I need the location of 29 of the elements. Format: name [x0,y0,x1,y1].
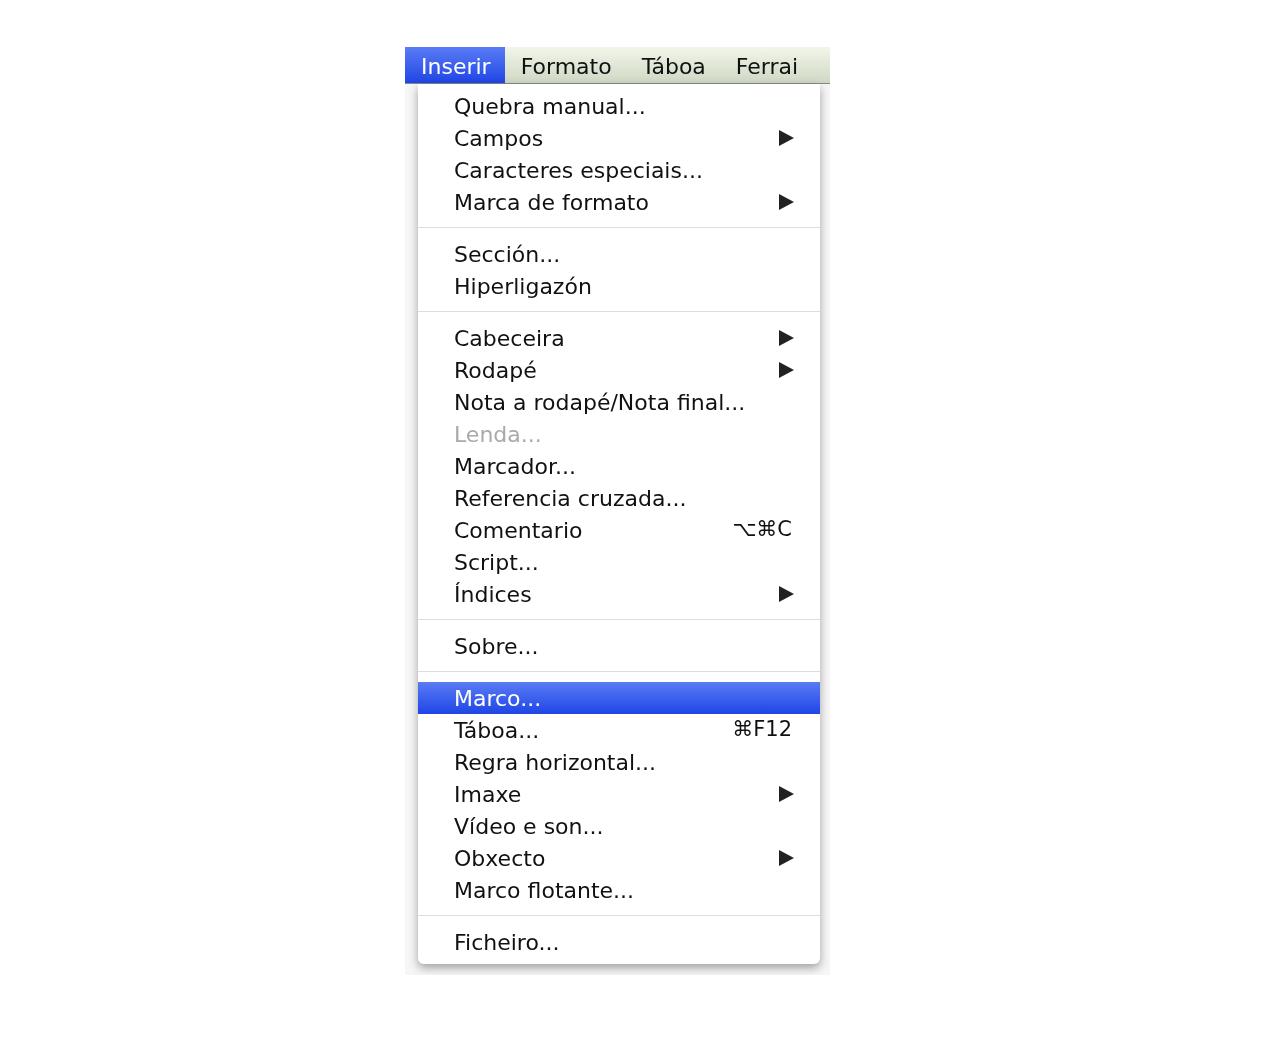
menu-item[interactable]: Script... [418,546,820,578]
menu-item[interactable]: Marco flotante... [418,874,820,906]
menu-item[interactable]: Hiperligazón [418,270,820,302]
menu-item[interactable]: Índices [418,578,820,610]
menu-title[interactable]: Inserir [405,47,505,83]
menu-item[interactable]: Referencia cruzada... [418,482,820,514]
menu-item[interactable]: Táboa... ⌘F12 [418,714,820,746]
menu-title[interactable]: Táboa [625,47,720,83]
menu-title[interactable]: Formato [504,47,626,83]
menu-item[interactable]: Vídeo e son... [418,810,820,842]
menu-item[interactable]: Imaxe [418,778,820,810]
menu-item[interactable]: Sección... [418,238,820,270]
menu-item[interactable]: Quebra manual... [418,90,820,122]
menu-item[interactable]: Sobre... [418,630,820,662]
menu-item[interactable]: Caracteres especiais... [418,154,820,186]
menu-title[interactable]: Ferrai [719,47,813,83]
menu-item[interactable]: Marco... [418,682,820,714]
menu-item[interactable]: Rodapé [418,354,820,386]
menu-item[interactable]: Cabeceira [418,322,820,354]
shortcut-text: ⌘F12 [732,716,792,744]
menu-item[interactable]: Obxecto [418,842,820,874]
menu-item[interactable]: Nota a rodapé/Nota final... [418,386,820,418]
shortcut-text: ⌥⌘C [732,516,792,544]
menu-item[interactable]: Comentario ⌥⌘C [418,514,820,546]
menu-item[interactable]: Marcador... [418,450,820,482]
menu-item[interactable]: Ficheiro... [418,926,820,958]
menu-item[interactable]: Campos [418,122,820,154]
menu-item[interactable]: Marca de formato [418,186,820,218]
menu-item[interactable]: Regra horizontal... [418,746,820,778]
